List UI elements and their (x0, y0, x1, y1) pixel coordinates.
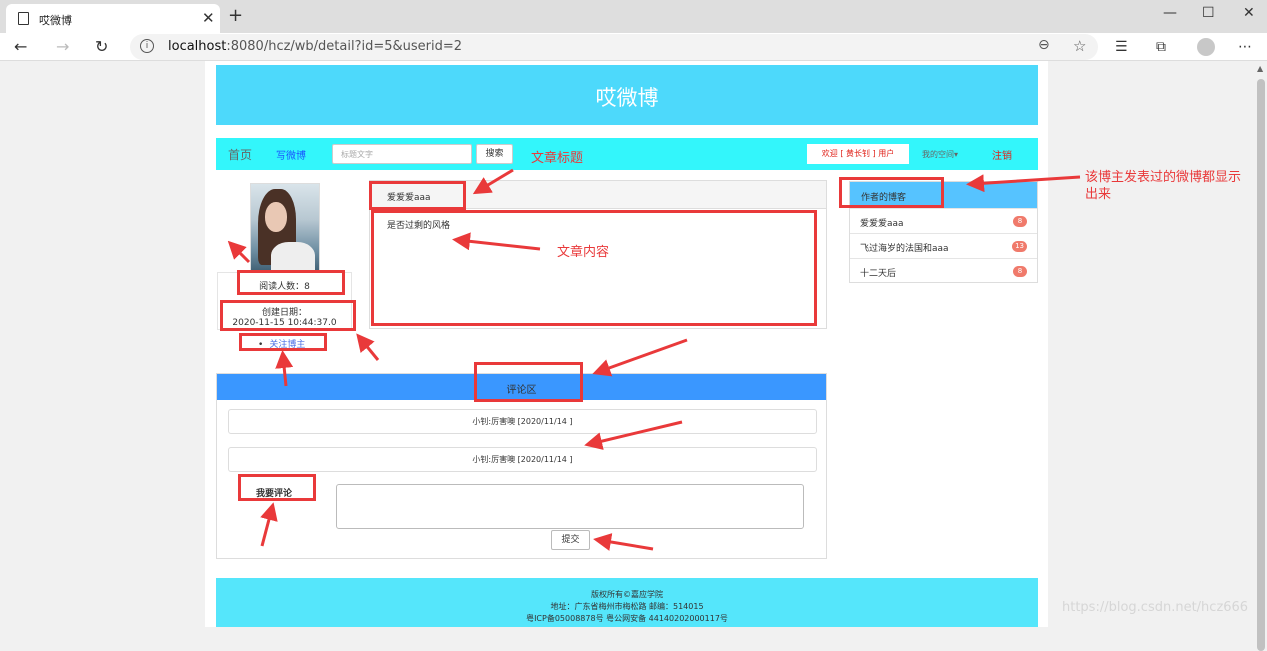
close-window-button[interactable]: ✕ (1243, 5, 1255, 21)
footer-address: 地址：广东省梅州市梅松路 邮编：514015 (550, 602, 704, 611)
favorite-star-icon[interactable]: ☆ (1073, 37, 1086, 55)
annotation-box-article-content (371, 210, 817, 326)
footer-copyright: 版权所有©嘉应学院 (591, 590, 663, 599)
browser-tab-bar: 哎微博 ✕ + — ☐ ✕ (0, 0, 1267, 33)
post-count-badge: 13 (1012, 241, 1027, 252)
page-scrollbar[interactable]: ▲ (1255, 61, 1267, 651)
back-icon[interactable]: ← (14, 37, 27, 56)
info-icon[interactable]: i (140, 39, 154, 53)
annotation-note-article-title: 文章标题 (531, 151, 584, 166)
minimize-button[interactable]: — (1163, 5, 1177, 21)
post-count-badge: 8 (1013, 266, 1027, 277)
comment-item: 小钊:厉害噢 [2020/11/14 ] (228, 447, 817, 472)
forward-icon[interactable]: → (56, 37, 69, 56)
author-post-item[interactable]: 十二天后 8 (850, 258, 1037, 283)
search-button[interactable]: 搜索 (476, 144, 513, 164)
footer-icp: 粤ICP备05008878号 粤公网安备 44140202000117号 (526, 614, 728, 623)
browser-tab[interactable]: 哎微博 ✕ (6, 4, 220, 33)
annotation-box-follow (239, 333, 327, 351)
post-count-badge: 8 (1013, 216, 1027, 227)
footer: 版权所有©嘉应学院 地址：广东省梅州市梅松路 邮编：514015 粤ICP备05… (216, 578, 1038, 627)
annotation-box-article-title (369, 181, 466, 210)
annotation-note-author-posts-2: 出来 (1085, 187, 1112, 202)
scroll-up-icon[interactable]: ▲ (1257, 64, 1263, 73)
more-menu-icon[interactable]: ⋯ (1238, 39, 1252, 55)
author-avatar (250, 183, 320, 273)
search-input[interactable]: 标题文字 (332, 144, 472, 164)
tab-title: 哎微博 (39, 14, 72, 27)
submit-comment-button[interactable]: 提交 (551, 530, 590, 550)
nav-write-link[interactable]: 写微博 (276, 147, 306, 162)
annotation-note-article-content: 文章内容 (557, 245, 610, 260)
post-title[interactable]: 十二天后 (860, 266, 896, 279)
reload-icon[interactable]: ↻ (95, 37, 108, 56)
annotation-box-read-count (237, 270, 345, 295)
collections-icon[interactable]: ⧉ (1156, 39, 1166, 55)
tab-close-icon[interactable]: ✕ (202, 9, 215, 27)
post-title[interactable]: 爱爱爱aaa (860, 216, 904, 229)
navbar: 首页 写微博 标题文字 搜索 欢迎 [ 黄长钊 ] 用户 我的空间▾ 注销 (216, 138, 1038, 170)
zoom-icon[interactable]: ⊖ (1038, 37, 1050, 53)
comment-item: 小钊:厉害噢 [2020/11/14 ] (228, 409, 817, 434)
post-title[interactable]: 飞过海岁的法国和aaa (860, 241, 949, 254)
author-post-item[interactable]: 飞过海岁的法国和aaa 13 (850, 233, 1037, 258)
scroll-thumb[interactable] (1257, 79, 1265, 651)
comment-textarea[interactable] (336, 484, 804, 529)
page-icon (18, 12, 29, 25)
my-space-dropdown[interactable]: 我的空间▾ (922, 149, 958, 160)
url-field[interactable]: i localhost:8080/hcz/wb/detail?id=5&user… (130, 34, 1098, 60)
site-title: 哎微博 (595, 86, 659, 110)
favorites-icon[interactable]: ☰ (1115, 39, 1128, 55)
new-tab-button[interactable]: + (228, 5, 243, 26)
author-post-item[interactable]: 爱爱爱aaa 8 (850, 208, 1037, 233)
watermark: https://blog.csdn.net/hcz666 (1062, 600, 1249, 615)
address-bar: ← → ↻ i localhost:8080/hcz/wb/detail?id=… (0, 33, 1267, 61)
header-banner: 哎微博 (216, 65, 1038, 125)
profile-avatar-icon[interactable] (1197, 38, 1215, 56)
welcome-user-link[interactable]: 欢迎 [ 黄长钊 ] 用户 (807, 144, 909, 164)
annotation-box-author-posts (839, 177, 944, 208)
logout-link[interactable]: 注销 (992, 147, 1012, 162)
url-text[interactable]: localhost:8080/hcz/wb/detail?id=5&userid… (168, 39, 462, 54)
annotation-box-my-comment (238, 474, 316, 501)
maximize-button[interactable]: ☐ (1202, 5, 1215, 21)
annotation-box-comment-title (474, 362, 583, 402)
nav-home-link[interactable]: 首页 (228, 146, 252, 163)
annotation-box-create-date (220, 300, 356, 331)
